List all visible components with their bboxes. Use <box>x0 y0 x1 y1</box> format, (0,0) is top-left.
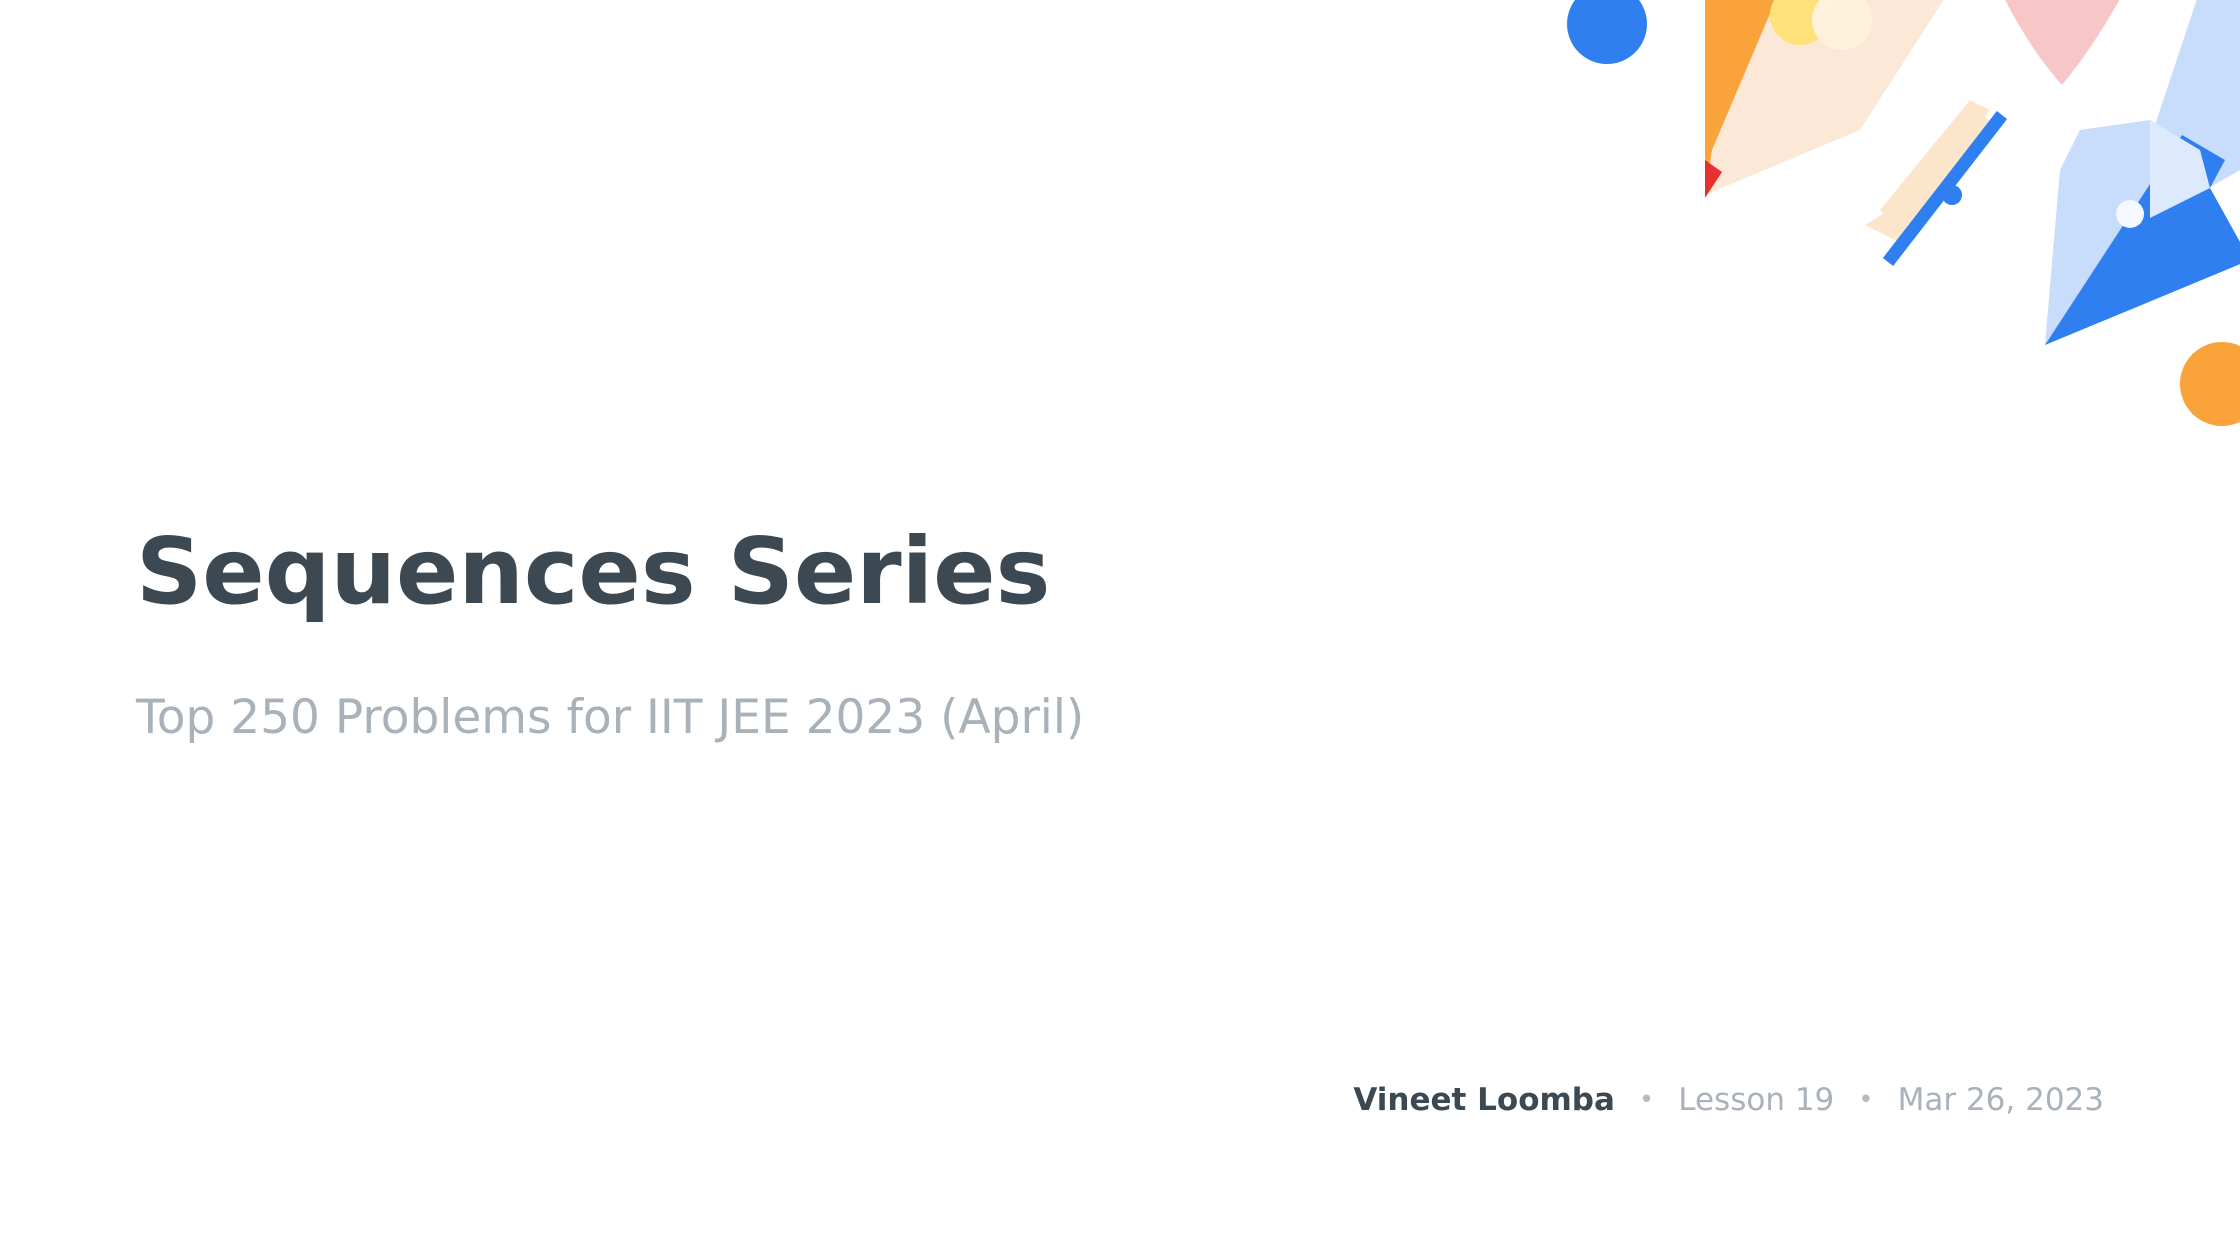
meta-separator: • <box>1638 1085 1655 1115</box>
slide-subtitle: Top 250 Problems for IIT JEE 2023 (April… <box>136 690 1085 745</box>
author-name: Vineet Loomba <box>1353 1082 1615 1118</box>
slide-title: Sequences Series <box>136 518 1051 625</box>
pencil-icon <box>1705 0 1944 198</box>
decoration-illustration <box>1567 0 2240 426</box>
blue-dot-icon <box>1567 0 1647 64</box>
lesson-number: Lesson 19 <box>1678 1082 1835 1118</box>
lesson-meta: Vineet Loomba • Lesson 19 • Mar 26, 2023 <box>1353 1082 2104 1118</box>
pink-shape-icon <box>2005 0 2120 85</box>
slide: Sequences Series Top 250 Problems for II… <box>0 0 2240 1260</box>
scale-bar-icon <box>1865 100 2008 266</box>
meta-separator: • <box>1858 1085 1874 1115</box>
lesson-date: Mar 26, 2023 <box>1897 1082 2104 1118</box>
orange-dot-icon <box>2180 342 2240 426</box>
